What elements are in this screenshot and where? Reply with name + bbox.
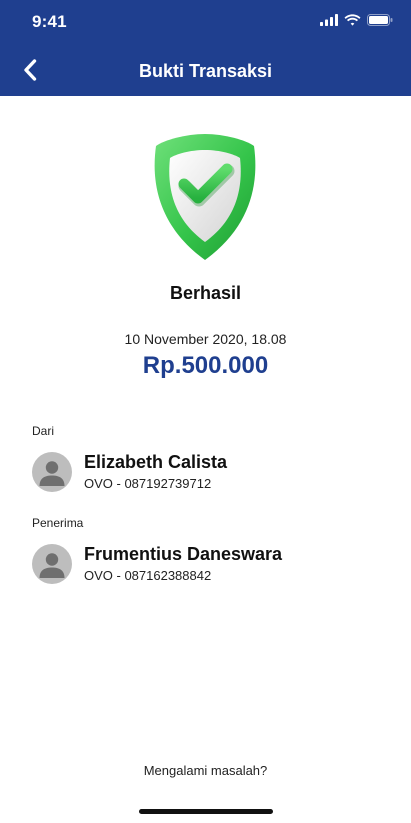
sender-card: Elizabeth Calista OVO - 087192739712 bbox=[32, 452, 392, 492]
success-shield-icon bbox=[154, 134, 256, 260]
status-icons bbox=[320, 14, 393, 26]
page-title: Bukti Transaksi bbox=[138, 61, 273, 81]
user-icon bbox=[39, 461, 65, 486]
sender-name: Elizabeth Calista bbox=[84, 452, 228, 472]
transaction-status: Berhasil bbox=[169, 283, 242, 303]
signal-icon bbox=[320, 14, 338, 26]
status-time: 9:41 bbox=[32, 12, 67, 31]
recipient-card: Frumentius Daneswara OVO - 087162388842 bbox=[32, 544, 392, 584]
nav-bar: Bukti Transaksi bbox=[0, 44, 411, 96]
sender-section-label: Dari bbox=[32, 424, 55, 438]
transaction-datetime: 10 November 2020, 18.08 bbox=[124, 331, 287, 347]
app-header: 9:41 Bukti Transaksi bbox=[0, 0, 411, 96]
recipient-name: Frumentius Daneswara bbox=[84, 544, 283, 564]
transaction-amount: Rp.500.000 bbox=[142, 352, 269, 379]
sender-avatar bbox=[32, 452, 72, 492]
recipient-section-label: Penerima bbox=[32, 516, 84, 530]
battery-icon bbox=[367, 14, 393, 26]
user-icon bbox=[39, 553, 65, 578]
help-link[interactable]: Mengalami masalah? bbox=[0, 763, 411, 778]
recipient-account: OVO - 087162388842 bbox=[84, 568, 212, 583]
sender-account: OVO - 087192739712 bbox=[84, 476, 212, 491]
status-bar: 9:41 bbox=[0, 0, 411, 44]
home-indicator bbox=[139, 809, 273, 814]
recipient-avatar bbox=[32, 544, 72, 584]
wifi-icon bbox=[344, 14, 361, 26]
